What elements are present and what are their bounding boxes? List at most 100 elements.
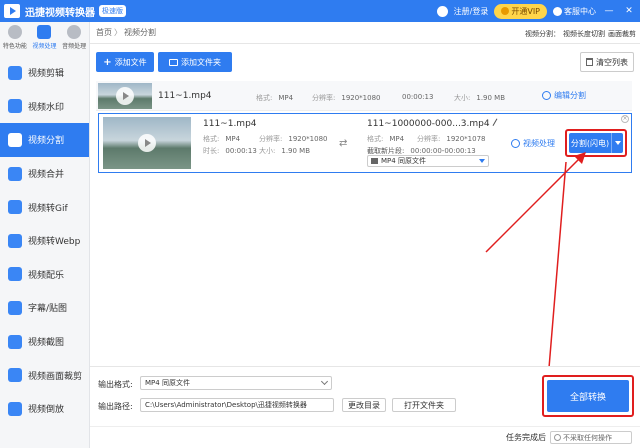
sidebar-item-label: 视频配乐	[28, 270, 65, 281]
mode-video[interactable]: 视频处理	[30, 25, 58, 56]
sidebar-item-merge[interactable]: 视频合并	[0, 157, 89, 191]
video-thumbnail[interactable]	[103, 117, 191, 169]
headset-icon	[553, 6, 562, 16]
sidebar-item-screenshot[interactable]: 视频截图	[0, 325, 89, 359]
output-format-value: MP4 同原文件	[145, 379, 190, 387]
close-button[interactable]: ✕	[622, 6, 636, 16]
play-icon[interactable]	[116, 87, 134, 105]
sidebar-item-subtitle[interactable]: 字幕/贴图	[0, 291, 89, 325]
sidebar-item-label: 视频水印	[28, 102, 65, 113]
sidebar-item-to-gif[interactable]: 视频转Gif	[0, 190, 89, 224]
edit-split-button[interactable]: 编辑分割	[542, 90, 586, 101]
mode-label: 特色功能	[2, 43, 27, 50]
output-format-label: 输出格式:	[98, 380, 133, 389]
resolution-meta: 分辨率: 1920*1080	[259, 134, 328, 144]
split-highlight-box: 分割(闪电)	[565, 129, 627, 157]
video-icon	[37, 25, 52, 39]
user-icon[interactable]	[436, 5, 448, 17]
split-icon	[8, 132, 22, 147]
sidebar-item-label: 视频转Gif	[28, 203, 68, 214]
vip-icon	[501, 7, 510, 15]
toolbar: + 添加文件 添加文件夹 清空列表	[90, 48, 640, 76]
clear-list-button[interactable]: 清空列表	[580, 52, 634, 72]
size-label: 大小:	[259, 147, 276, 155]
sidebar-item-crop[interactable]: 视频画面裁剪	[0, 358, 89, 392]
edit-split-label: 编辑分割	[554, 91, 586, 100]
video-process-button[interactable]: 视频处理	[511, 138, 555, 149]
split-button[interactable]: 分割(闪电)	[569, 133, 623, 153]
pencil-icon[interactable]	[492, 118, 504, 130]
annotation-arrow-line	[547, 161, 567, 381]
title-bar: 迅捷视频转换器 极速版 注册/登录 开通VIP 客服中心 — ✕	[0, 0, 640, 22]
reverse-icon	[8, 401, 22, 416]
sidebar-item-label: 视频截图	[28, 338, 65, 349]
mode-label: 视频处理	[32, 43, 57, 50]
sidebar-item-split[interactable]: 视频分割	[0, 123, 89, 157]
output-settings: 输出格式: MP4 同原文件 输出路径: C:\Users\Administra…	[90, 366, 640, 424]
file-row[interactable]: 111~1.mp4 格式: MP4 分辨率: 1920*1080 00:00:13 …	[96, 81, 632, 111]
edition-badge: 极速版	[99, 5, 126, 17]
login-link[interactable]: 注册/登录	[454, 6, 489, 17]
add-file-button[interactable]: + 添加文件	[96, 52, 154, 72]
resolution-value: 1920*1080	[288, 135, 328, 143]
sidebar-item-video-edit[interactable]: 视频剪辑	[0, 56, 89, 90]
convert-all-button[interactable]: 全部转换	[547, 380, 629, 412]
output-format-dropdown[interactable]: MP4 同原文件	[140, 376, 332, 390]
clip-label: 截取新片段:	[367, 147, 405, 155]
breadcrumb: 首页 〉 视频分割 视频分割： 视频长度切割 画面裁剪	[90, 22, 640, 44]
mode-bar: 特色功能 视频处理 音频处理	[0, 22, 89, 56]
resolution-label: 分辨率:	[417, 135, 441, 143]
vip-button[interactable]: 开通VIP	[494, 3, 547, 19]
mode-audio[interactable]: 音频处理	[60, 25, 88, 56]
trash-icon	[586, 58, 593, 66]
sidebar-item-music[interactable]: 视频配乐	[0, 258, 89, 292]
sidebar-item-label: 视频分割	[28, 136, 65, 147]
star-icon	[7, 25, 22, 39]
file-row-selected[interactable]: 111~1.mp4 格式: MP4 分辨率: 1920*1080 时长: 00:00:…	[98, 113, 632, 173]
minimize-button[interactable]: —	[602, 6, 616, 16]
after-task-value: 不采取任何操作	[563, 433, 612, 442]
sidebar-item-watermark[interactable]: 视频水印	[0, 90, 89, 124]
resolution-label: 分辨率:	[312, 94, 336, 102]
chevron-down-icon	[320, 377, 329, 386]
output-path-label: 输出路径:	[98, 402, 133, 411]
sidebar-item-to-webp[interactable]: 视频转Webp	[0, 224, 89, 258]
sidebar-item-label: 视频合并	[28, 170, 65, 181]
breadcrumb-current: 视频分割	[124, 28, 156, 37]
size-label: 大小:	[454, 94, 471, 102]
size-value: 1.90 MB	[281, 147, 311, 155]
split-dropdown-icon[interactable]	[611, 133, 623, 153]
format-label: 格式:	[367, 135, 384, 143]
length-cut-link[interactable]: 视频长度切割	[563, 29, 605, 39]
breadcrumb-home[interactable]: 首页	[96, 27, 112, 38]
output-format-select[interactable]: MP4 同原文件	[367, 155, 489, 167]
after-task-select[interactable]: 不采取任何操作	[550, 431, 632, 444]
remove-row-icon[interactable]: ×	[621, 115, 629, 123]
add-folder-button[interactable]: 添加文件夹	[158, 52, 232, 72]
after-task-label: 任务完成后	[506, 433, 546, 442]
open-folder-button[interactable]: 打开文件夹	[392, 398, 456, 412]
sidebar: 特色功能 视频处理 音频处理 视频剪辑 视频水印 视频分割 视频合并 视频转Gi…	[0, 22, 90, 448]
file-name: 111~1.mp4	[158, 91, 212, 101]
add-folder-label: 添加文件夹	[181, 57, 221, 67]
clip-value: 00:00:00-00:00:13	[410, 147, 476, 155]
video-process-label: 视频处理	[523, 139, 555, 148]
scissor-icon	[542, 91, 551, 100]
split-mode-label: 视频分割：	[525, 30, 560, 38]
scissor-icon	[511, 139, 520, 148]
mode-special[interactable]: 特色功能	[1, 25, 29, 56]
service-center-button[interactable]: 客服中心	[553, 6, 596, 17]
video-thumbnail[interactable]	[98, 83, 152, 109]
change-directory-button[interactable]: 更改目录	[342, 398, 386, 412]
output-format-meta: 格式: MP4	[367, 134, 404, 144]
play-icon[interactable]	[138, 134, 156, 152]
no-action-icon	[554, 434, 561, 441]
duration-value: 00:00:13	[402, 93, 434, 101]
clear-list-label: 清空列表	[596, 57, 628, 67]
frame-crop-link[interactable]: 画面裁剪	[608, 29, 636, 39]
service-label: 客服中心	[564, 6, 596, 16]
sidebar-item-reverse[interactable]: 视频倒放	[0, 392, 89, 426]
output-path-field[interactable]: C:\Users\Administrator\Desktop\迅捷视频转换器	[140, 398, 334, 412]
plus-icon: +	[103, 56, 112, 68]
size-meta: 大小: 1.90 MB	[259, 146, 310, 156]
